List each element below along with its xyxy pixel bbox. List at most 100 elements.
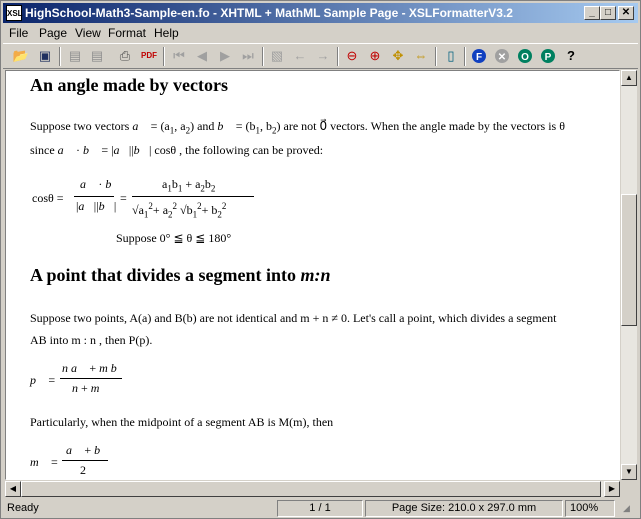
- minimize-button[interactable]: _: [584, 6, 600, 20]
- p-numerator: n a⃗ + m b⃗: [62, 361, 127, 375]
- p-denominator: n + m: [72, 381, 100, 395]
- m-numerator: a⃗ + b⃗: [66, 443, 110, 457]
- fraction-bar-4: [62, 460, 108, 461]
- pdf-icon[interactable]: PDF: [141, 48, 157, 64]
- toolbar-separator: [262, 47, 264, 66]
- zoom-out-icon[interactable]: ⊖: [344, 48, 360, 64]
- zoom-in-icon[interactable]: ⊕: [367, 48, 383, 64]
- fit-page-icon[interactable]: ✥: [390, 48, 406, 64]
- paragraph-line-2: since a⃗ · b⃗ = |a⃗||b⃗| cosθ , the foll…: [30, 143, 324, 157]
- scroll-right-button[interactable]: ▶: [604, 481, 620, 497]
- vertical-scrollbar[interactable]: ▲ ▼: [621, 70, 637, 480]
- m-label: m⃗ =: [30, 455, 58, 469]
- open-icon[interactable]: 📂: [13, 48, 29, 64]
- fit-width-icon[interactable]: ⇔: [413, 48, 429, 64]
- text-fragment: vectors. When the angle made by the vect…: [330, 119, 565, 133]
- paragraph-line-4: AB into m : n , then P(p).: [30, 333, 153, 347]
- p-label: p⃗ =: [30, 373, 56, 387]
- horizontal-scroll-thumb[interactable]: [21, 481, 601, 497]
- toolbar-separator: [59, 47, 61, 66]
- paragraph-line-1: Suppose two vectors a⃗ = (a1, a2) and b⃗…: [30, 119, 565, 136]
- cos-label: cosθ =: [32, 191, 64, 205]
- text-fragment: A point that divides a segment into: [30, 265, 297, 285]
- toolbar-separator: [464, 47, 466, 66]
- last-page-icon[interactable]: ⏭: [240, 48, 256, 64]
- fraction-bar: [74, 196, 114, 197]
- horizontal-scrollbar[interactable]: ◀ ▶: [5, 481, 620, 497]
- text-fragment: = (b: [235, 119, 256, 133]
- p-icon[interactable]: P: [540, 48, 556, 64]
- page-icon[interactable]: ▤: [67, 48, 83, 64]
- status-bar: Ready 1 / 1 Page Size: 210.0 x 297.0 mm …: [3, 499, 638, 518]
- svg-text:P: P: [545, 52, 552, 63]
- text-fragment: Suppose two vectors: [30, 119, 130, 133]
- fraction-denominator-2: √a12+ a22 √b12+ b22: [132, 201, 227, 220]
- scroll-up-button[interactable]: ▲: [621, 70, 637, 86]
- o-icon[interactable]: O: [517, 48, 533, 64]
- title-bar: XSL HighSchool-Math3-Sample-en.fo - XHTM…: [3, 3, 638, 23]
- menu-bar: File Page View Format Help: [3, 24, 638, 42]
- status-zoom: 100%: [565, 500, 615, 517]
- text-fragment: = (a: [150, 119, 170, 133]
- single-page-icon[interactable]: ▯: [443, 48, 459, 64]
- menu-view[interactable]: View: [75, 26, 101, 40]
- menu-page[interactable]: Page: [39, 26, 67, 40]
- suppose-range: Suppose 0° ≦ θ ≦ 180°: [116, 231, 232, 245]
- text-fragment: are not: [283, 119, 317, 133]
- scroll-down-button[interactable]: ▼: [621, 464, 637, 480]
- print-icon[interactable]: ⎙: [117, 48, 133, 64]
- vector-b: b⃗: [217, 119, 233, 133]
- history-forward-icon[interactable]: →: [315, 48, 331, 64]
- scroll-left-button[interactable]: ◀: [5, 481, 21, 497]
- maximize-button[interactable]: □: [600, 6, 616, 20]
- p-formula: p⃗ = n a⃗ + m b⃗ n + m: [30, 361, 150, 401]
- app-icon: XSL: [6, 5, 23, 21]
- cos-formula: cosθ = a⃗ · b⃗ |a⃗||b⃗| = a1b1 + a2b2 √a…: [32, 177, 292, 237]
- vertical-scroll-thumb[interactable]: [621, 194, 637, 326]
- page-copy-icon[interactable]: ▤: [89, 48, 105, 64]
- status-ready: Ready: [7, 502, 39, 514]
- app-window: XSL HighSchool-Math3-Sample-en.fo - XHTM…: [0, 0, 641, 519]
- resize-grip-icon[interactable]: ◢: [623, 503, 630, 514]
- paragraph-line-5: Particularly, when the midpoint of a seg…: [30, 415, 334, 429]
- document-page: An angle made by vectors Suppose two vec…: [6, 71, 619, 479]
- m-formula: m⃗ = a⃗ + b⃗ 2: [30, 443, 150, 479]
- equals-sign: =: [120, 191, 127, 205]
- document-view[interactable]: An angle made by vectors Suppose two vec…: [5, 70, 620, 480]
- prev-page-icon[interactable]: ◀: [194, 48, 210, 64]
- menu-file[interactable]: File: [9, 26, 28, 40]
- svg-text:✕: ✕: [498, 52, 506, 63]
- fraction-numerator: a⃗ · b⃗: [80, 177, 121, 191]
- next-page-icon[interactable]: ▶: [217, 48, 233, 64]
- close-button[interactable]: ✕: [618, 6, 634, 20]
- help-icon[interactable]: ?: [563, 48, 579, 64]
- window-title: HighSchool-Math3-Sample-en.fo - XHTML + …: [25, 6, 513, 20]
- text-fragment: cosθ , the following can be proved:: [154, 143, 324, 157]
- m-denominator: 2: [80, 463, 86, 477]
- text-fragment: and: [197, 119, 215, 133]
- text-fragment: m:n: [300, 265, 331, 285]
- toolbar-separator: [337, 47, 339, 66]
- status-page-size: Page Size: 210.0 x 297.0 mm: [365, 500, 563, 517]
- menu-format[interactable]: Format: [108, 26, 146, 40]
- menu-help[interactable]: Help: [154, 26, 179, 40]
- status-page: 1 / 1: [277, 500, 363, 517]
- scrollbar-corner: [621, 481, 637, 497]
- fraction-numerator-2: a1b1 + a2b2: [162, 177, 216, 194]
- paragraph-line-3: Suppose two points, A(a) and B(b) are no…: [30, 311, 557, 325]
- fraction-denominator: |a⃗||b⃗|: [76, 199, 117, 213]
- save-icon[interactable]: ▣: [37, 48, 53, 64]
- fraction-bar-2: [132, 196, 254, 197]
- fraction-bar-3: [60, 378, 122, 379]
- page-back-icon[interactable]: ▧: [269, 48, 285, 64]
- history-back-icon[interactable]: ←: [292, 48, 308, 64]
- first-page-icon[interactable]: ⏮: [171, 48, 187, 64]
- vector-a: a⃗: [132, 119, 148, 133]
- heading-divide-segment: A point that divides a segment into m:n: [30, 265, 331, 286]
- toolbar: 📂 ▣ ▤ ▤ ⎙ PDF ⏮ ◀ ▶ ⏭ ▧ ← → ⊖ ⊕ ✥ ⇔ ▯ F …: [3, 43, 638, 69]
- f-icon[interactable]: F: [471, 48, 487, 64]
- heading-angle-vectors: An angle made by vectors: [30, 75, 228, 95]
- toolbar-separator: [435, 47, 437, 66]
- x-icon[interactable]: ✕: [494, 48, 510, 64]
- text-fragment: since: [30, 143, 55, 157]
